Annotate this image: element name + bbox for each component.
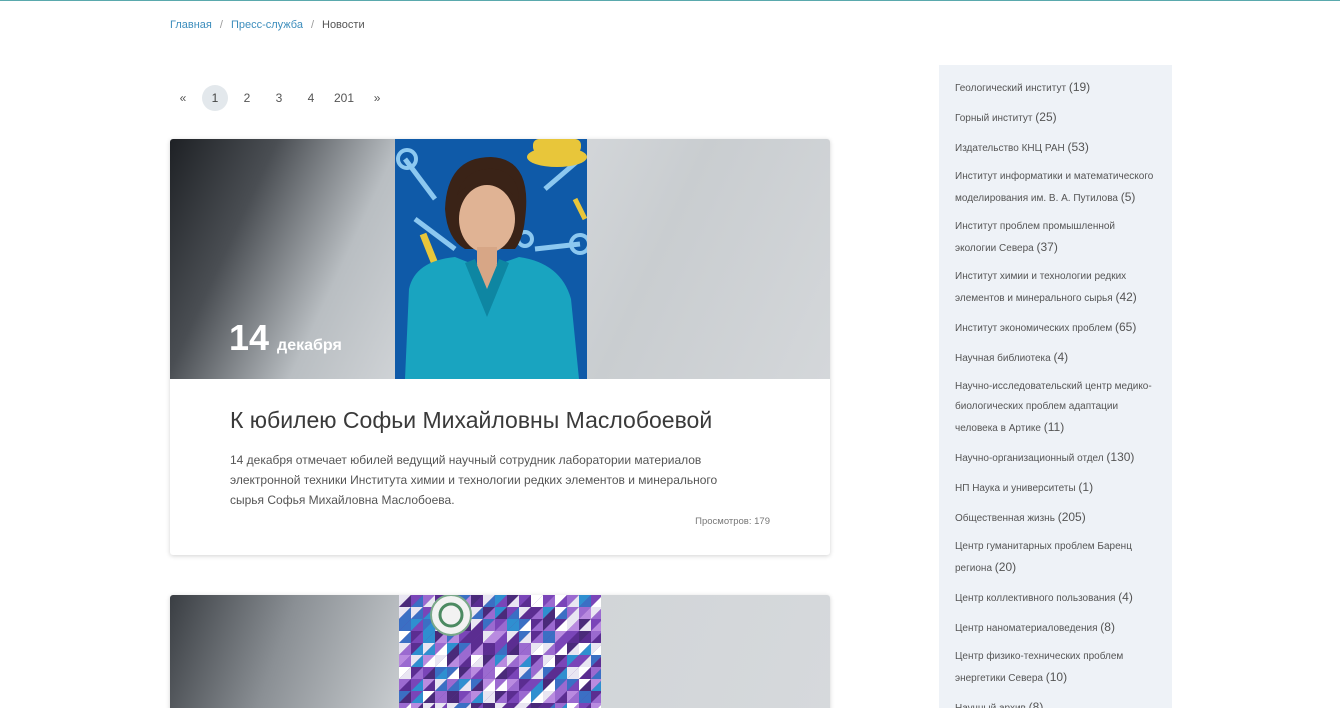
category-count: (5) <box>1120 190 1136 204</box>
category-link[interactable]: Научная библиотека <box>955 353 1051 364</box>
breadcrumb-press[interactable]: Пресс-служба <box>231 19 303 31</box>
category-link[interactable]: Центр наноматериаловедения <box>955 623 1098 634</box>
pagination-next[interactable]: » <box>364 85 390 111</box>
category-item[interactable]: Общественная жизнь (205) <box>955 507 1156 529</box>
category-item[interactable]: Институт химии и технологии редких элеме… <box>955 267 1156 309</box>
breadcrumb-home[interactable]: Главная <box>170 19 212 31</box>
category-count: (65) <box>1115 320 1137 334</box>
category-count: (42) <box>1115 290 1137 304</box>
breadcrumb-separator: / <box>310 19 314 31</box>
pagination-page-1[interactable]: 1 <box>202 85 228 111</box>
category-count: (130) <box>1106 450 1135 464</box>
category-item[interactable]: Центр коллективного пользования (4) <box>955 587 1156 609</box>
category-item[interactable]: Горный институт (25) <box>955 107 1156 129</box>
category-link[interactable]: Центр физико-технических проблем энергет… <box>955 651 1123 684</box>
category-link[interactable]: Центр гуманитарных проблем Баренц регион… <box>955 541 1132 574</box>
category-link[interactable]: Издательство КНЦ РАН <box>955 143 1065 154</box>
pagination-page-4[interactable]: 4 <box>298 85 324 111</box>
category-count: (25) <box>1035 110 1057 124</box>
category-link[interactable]: Научный архив <box>955 703 1026 708</box>
news-date-day: 14 <box>229 317 270 358</box>
news-card-body: К юбилею Софьи Михайловны Маслобоевой 14… <box>170 379 830 527</box>
category-count: (8) <box>1028 700 1044 708</box>
news-photo <box>399 595 601 708</box>
breadcrumb-separator: / <box>219 19 223 31</box>
category-link[interactable]: Центр коллективного пользования <box>955 593 1115 604</box>
category-count: (20) <box>994 560 1017 574</box>
news-card-hero[interactable] <box>170 595 830 708</box>
category-link[interactable]: Институт экономических проблем <box>955 323 1112 334</box>
pagination-prev[interactable]: « <box>170 85 196 111</box>
category-item[interactable]: Научный архив (8) <box>955 697 1156 708</box>
news-date: 14 декабря <box>229 317 342 359</box>
category-count: (37) <box>1036 240 1058 254</box>
category-item[interactable]: Институт информатики и математического м… <box>955 167 1156 209</box>
news-views: Просмотров: 179 <box>695 516 770 527</box>
news-card[interactable] <box>170 595 830 708</box>
category-count: (53) <box>1067 140 1089 154</box>
category-link[interactable]: Горный институт <box>955 113 1033 124</box>
category-link[interactable]: Геологический институт <box>955 83 1066 94</box>
category-count: (11) <box>1043 420 1065 434</box>
pagination-page-2[interactable]: 2 <box>234 85 260 111</box>
news-photo <box>395 139 587 379</box>
category-item[interactable]: Центр гуманитарных проблем Баренц регион… <box>955 537 1156 579</box>
category-item[interactable]: Институт проблем промышленной экологии С… <box>955 217 1156 259</box>
pagination-page-3[interactable]: 3 <box>266 85 292 111</box>
news-title[interactable]: К юбилею Софьи Михайловны Маслобоевой <box>230 407 770 434</box>
category-item[interactable]: Центр наноматериаловедения (8) <box>955 617 1156 639</box>
category-count: (205) <box>1057 510 1086 524</box>
category-link[interactable]: НП Наука и университеты <box>955 483 1076 494</box>
news-date-month: декабря <box>277 337 342 354</box>
category-count: (4) <box>1053 350 1069 364</box>
category-count: (4) <box>1118 590 1133 604</box>
category-link[interactable]: Институт проблем промышленной экологии С… <box>955 221 1115 254</box>
category-count: (1) <box>1078 480 1094 494</box>
pagination: « 1 2 3 4 201 » <box>170 85 390 111</box>
news-summary: 14 декабря отмечает юбилей ведущий научн… <box>230 453 718 507</box>
pagination-page-last[interactable]: 201 <box>330 85 358 111</box>
category-item[interactable]: Геологический институт (19) <box>955 77 1156 99</box>
category-link[interactable]: Научно-организационный отдел <box>955 453 1104 464</box>
breadcrumb: Главная / Пресс-служба / Новости <box>170 19 365 31</box>
news-card[interactable]: 14 декабря К юбилею Софьи Михайловны Мас… <box>170 139 830 555</box>
news-card-hero[interactable]: 14 декабря <box>170 139 830 379</box>
category-count: (19) <box>1068 80 1091 94</box>
category-count: (8) <box>1100 620 1115 634</box>
category-item[interactable]: Институт экономических проблем (65) <box>955 317 1156 339</box>
category-item[interactable]: НП Наука и университеты (1) <box>955 477 1156 499</box>
category-list: Геологический институт (19) Горный инстит… <box>955 77 1156 708</box>
category-item[interactable]: Научная библиотека (4) <box>955 347 1156 369</box>
category-item[interactable]: Издательство КНЦ РАН (53) <box>955 137 1156 159</box>
category-sidebar: Геологический институт (19) Горный инстит… <box>939 65 1172 708</box>
category-count: (10) <box>1045 670 1068 684</box>
category-item[interactable]: Научно-исследовательский центр медико-би… <box>955 377 1156 439</box>
category-item[interactable]: Научно-организационный отдел (130) <box>955 447 1156 469</box>
category-item[interactable]: Центр физико-технических проблем энергет… <box>955 647 1156 689</box>
category-link[interactable]: Институт химии и технологии редких элеме… <box>955 271 1126 304</box>
breadcrumb-current: Новости <box>322 19 365 31</box>
category-link[interactable]: Общественная жизнь <box>955 513 1055 524</box>
